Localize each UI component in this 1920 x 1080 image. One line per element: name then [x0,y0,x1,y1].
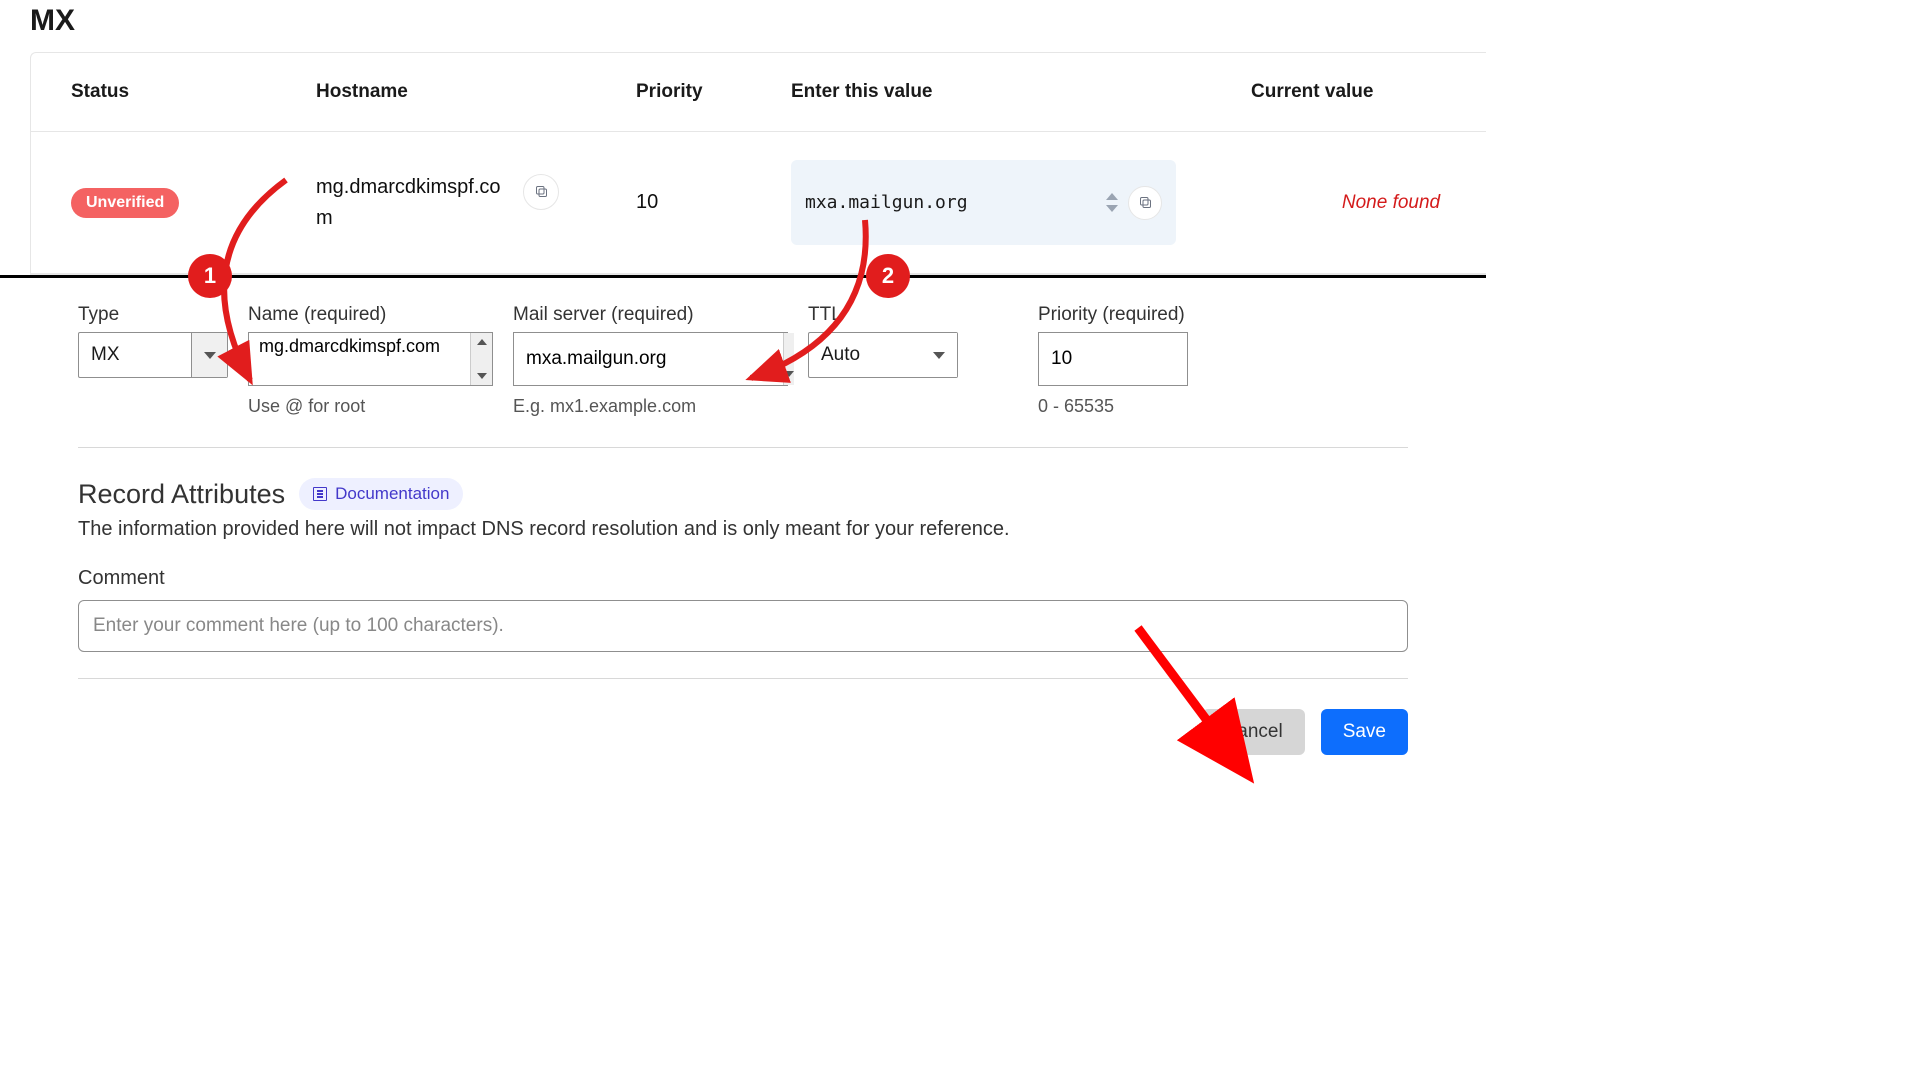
mail-server-label: Mail server (required) [513,304,788,326]
chevron-up-icon [1106,193,1118,200]
priority-field: Priority (required) 0 - 65535 [1038,304,1188,417]
record-attributes-title: Record Attributes [78,479,285,510]
annotation-badge-2: 2 [866,254,910,298]
type-label: Type [78,304,228,326]
mail-server-stepper[interactable] [783,333,794,385]
documentation-icon [313,487,327,501]
type-select-value: MX [79,333,191,377]
name-field: Name (required) Use @ for root [248,304,493,417]
enter-value-box: mxa.mailgun.org [791,160,1176,245]
documentation-label: Documentation [335,484,449,504]
documentation-link[interactable]: Documentation [299,478,463,510]
chevron-up-icon [477,339,487,345]
chevron-down-icon [477,373,487,379]
type-select[interactable]: MX [78,332,228,378]
mail-server-input[interactable] [514,333,783,385]
priority-input[interactable] [1038,332,1188,386]
name-stepper[interactable] [470,333,492,385]
cancel-button[interactable]: Cancel [1202,709,1305,755]
ttl-label: TTL [808,304,958,326]
copy-icon [1138,195,1153,210]
mail-server-input-wrapper [513,332,788,386]
name-helper: Use @ for root [248,396,493,417]
page-title: MX [0,4,1486,52]
table-header-row: Status Hostname Priority Enter this valu… [31,53,1486,132]
col-enter-value: Enter this value [791,81,1251,103]
ttl-select-value: Auto [809,333,921,377]
mail-server-helper: E.g. mx1.example.com [513,396,788,417]
copy-icon [534,184,549,199]
status-badge: Unverified [71,188,179,218]
hostname-text: mg.dmarcdkimspf.com [316,172,511,234]
col-status: Status [71,81,316,103]
mail-server-field: Mail server (required) E.g. mx1.example.… [513,304,788,417]
comment-label: Comment [78,567,1408,590]
comment-input[interactable] [78,600,1408,652]
record-attributes-section: Record Attributes Documentation The info… [78,447,1408,652]
name-label: Name (required) [248,304,493,326]
name-input-wrapper [248,332,493,386]
table-row: Unverified mg.dmarcdkimspf.com 10 mxa.ma… [31,132,1486,274]
priority-helper: 0 - 65535 [1038,396,1188,417]
hostname-cell: mg.dmarcdkimspf.com [316,172,636,234]
col-hostname: Hostname [316,81,636,103]
save-button[interactable]: Save [1321,709,1408,755]
chevron-down-icon [784,371,794,377]
dropdown-arrow-icon [191,333,227,377]
dropdown-arrow-icon [921,333,957,377]
copy-value-button[interactable] [1128,186,1162,220]
col-priority: Priority [636,81,791,103]
annotation-badge-1: 1 [188,254,232,298]
record-attributes-desc: The information provided here will not i… [78,518,1408,541]
ttl-select[interactable]: Auto [808,332,958,378]
copy-hostname-button[interactable] [523,174,559,210]
ttl-field: TTL Auto [808,304,958,378]
type-field: Type MX [78,304,228,378]
priority-label: Priority (required) [1038,304,1188,326]
priority-text: 10 [636,191,791,214]
name-input[interactable] [249,333,470,385]
enter-value-text: mxa.mailgun.org [805,192,968,213]
value-stepper[interactable] [1106,193,1118,212]
mx-records-table: Status Hostname Priority Enter this valu… [30,52,1486,275]
col-current-value: Current value [1251,81,1531,103]
chevron-down-icon [1106,205,1118,212]
record-form: Type MX Name (required) Use @ for root M… [0,278,1486,417]
button-row: Cancel Save [78,678,1408,775]
current-value-text: None found [1251,192,1531,214]
